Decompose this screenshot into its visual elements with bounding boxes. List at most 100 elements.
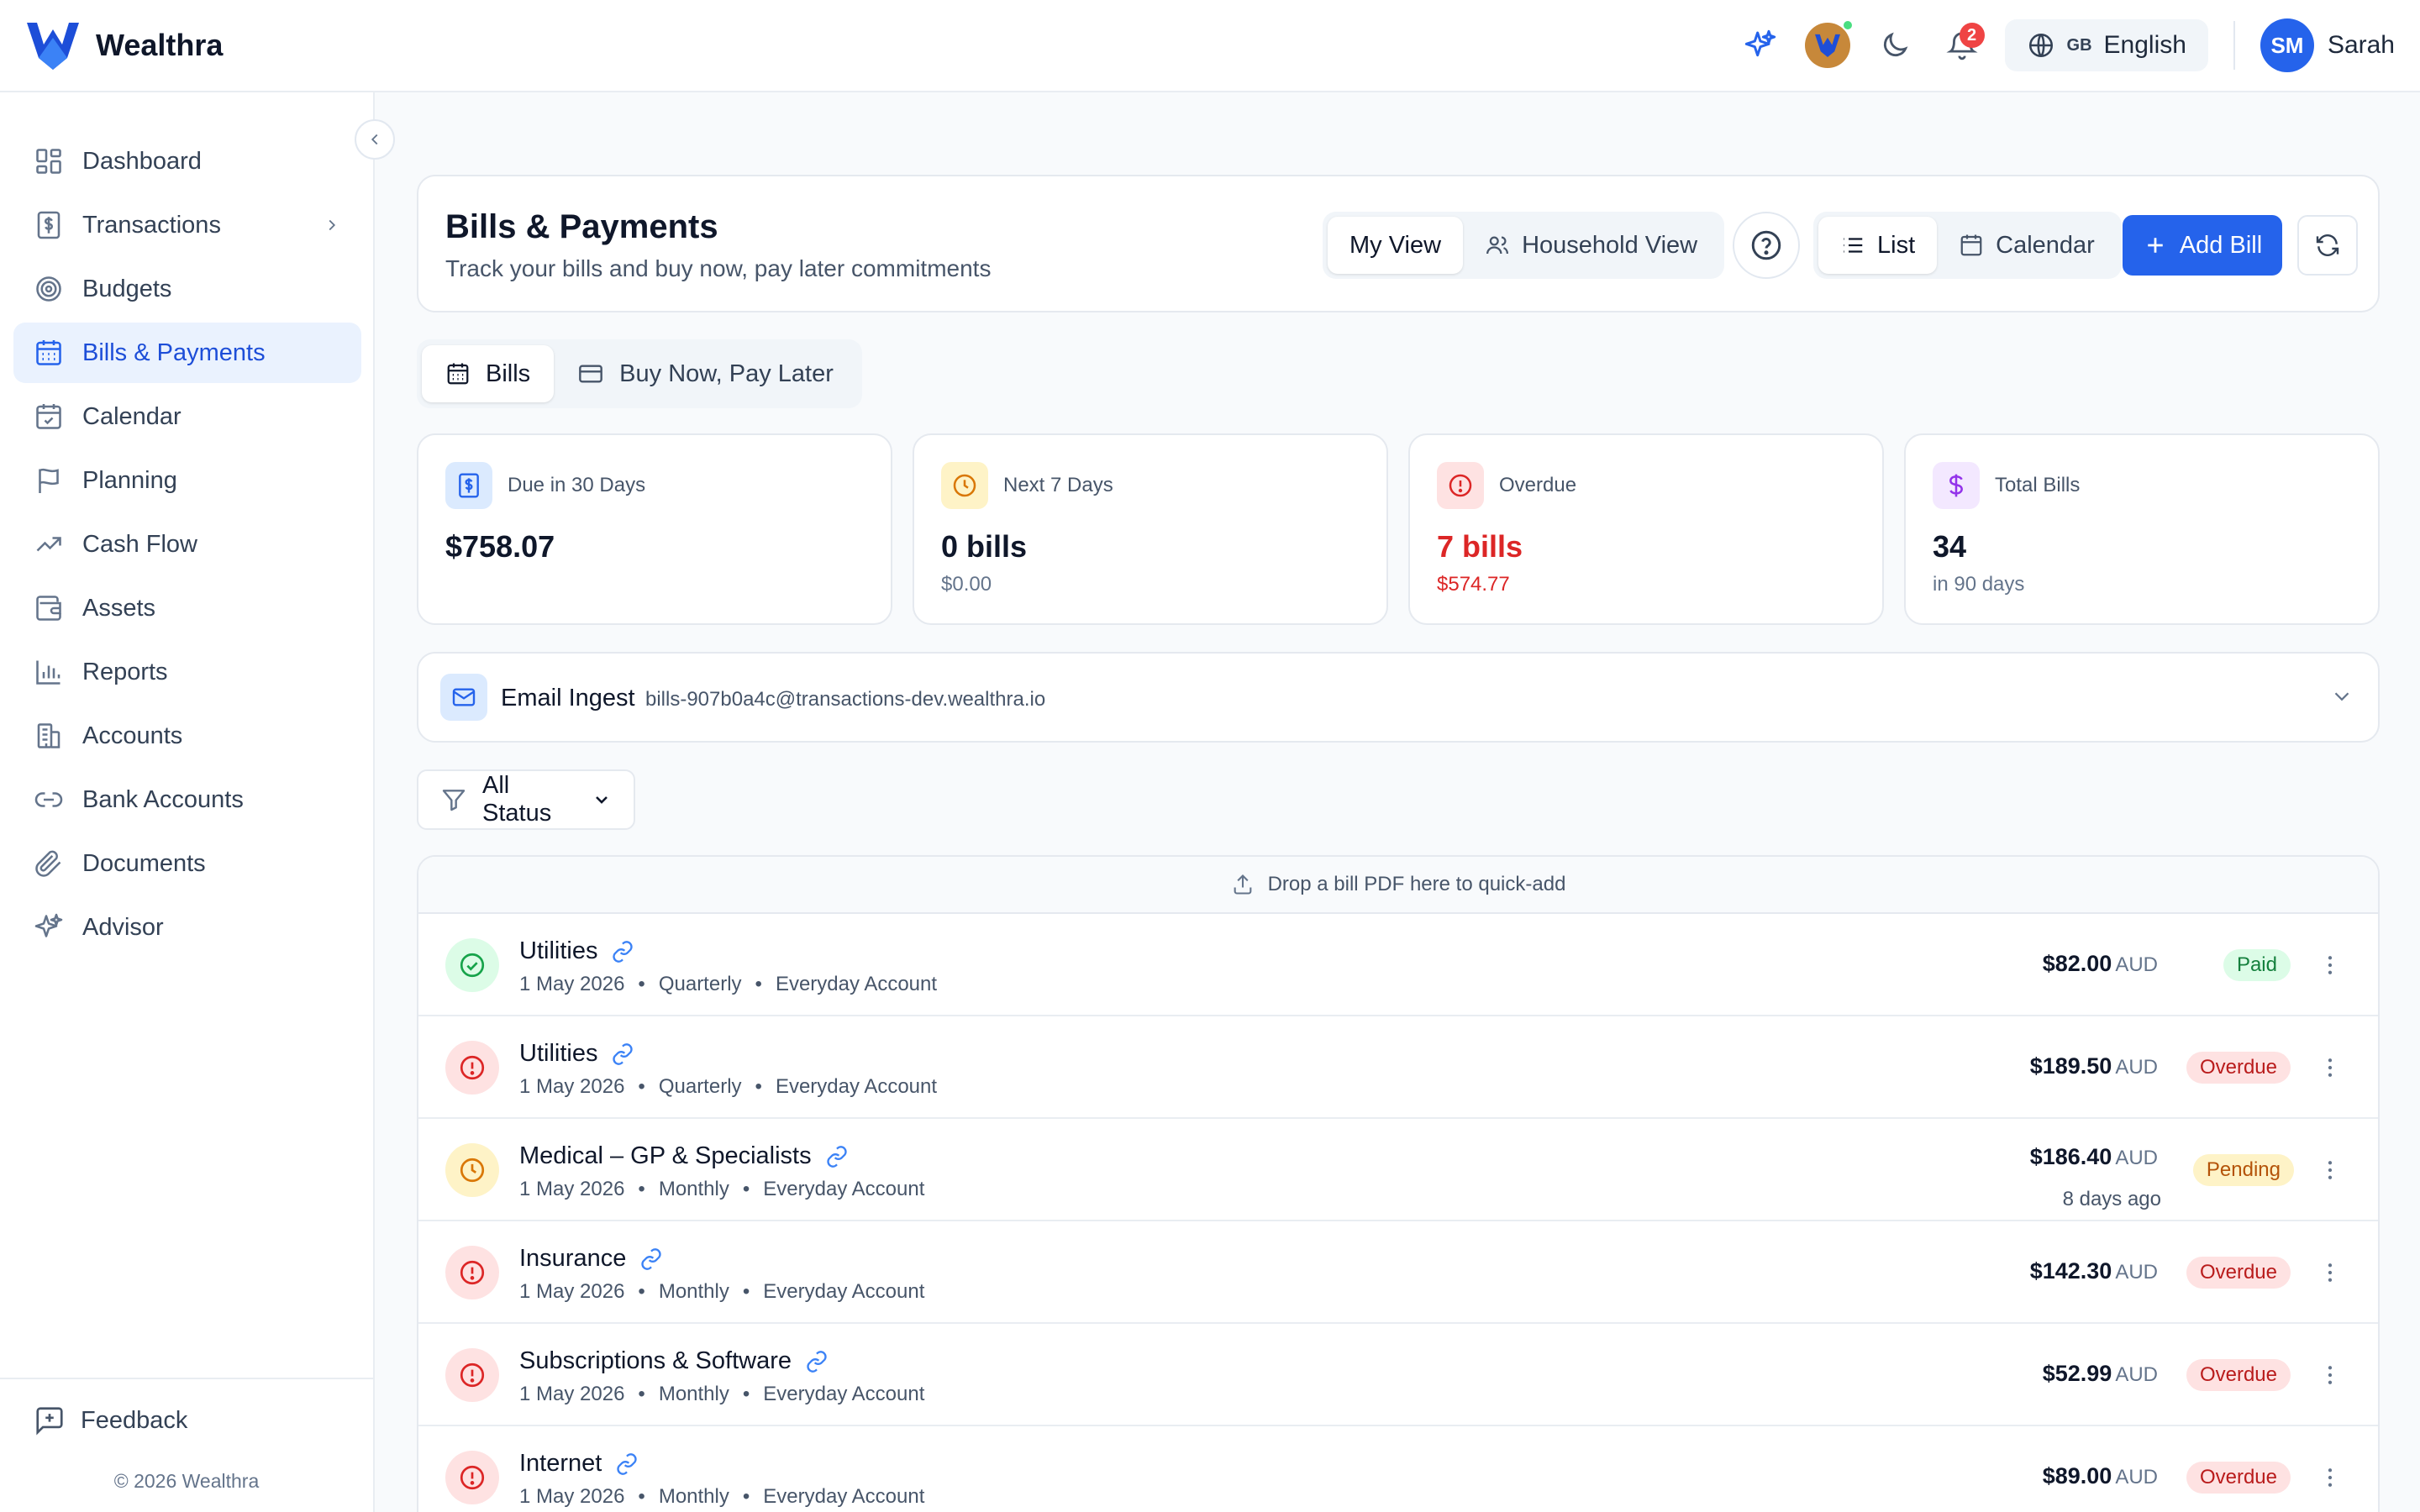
- bill-row[interactable]: Utilities 1 May 2026 • Quarterly • Everyday A…: [418, 914, 2378, 1016]
- feedback-button[interactable]: Feedback: [34, 1404, 187, 1436]
- stat-label: Total Bills: [1995, 474, 2081, 496]
- notifications-button[interactable]: 2: [1933, 16, 1991, 75]
- sidebar-item-calendar[interactable]: Calendar: [13, 386, 361, 447]
- sidebar-nav: Dashboard Transactions Budgets Bills & P…: [13, 131, 361, 961]
- help-button[interactable]: [1733, 212, 1800, 279]
- sidebar-collapse-button[interactable]: [355, 119, 395, 160]
- linked-icon[interactable]: [825, 1145, 849, 1168]
- bill-row[interactable]: Subscriptions & Software 1 May 2026 • Month…: [418, 1324, 2378, 1426]
- bill-meta: 1 May 2026 • Monthly • Everyday Account: [519, 1280, 924, 1304]
- sidebar-item-accounts[interactable]: Accounts: [13, 706, 361, 766]
- status-badge: Overdue: [2186, 1462, 2291, 1494]
- linked-icon[interactable]: [611, 940, 634, 963]
- sidebar-item-advisor[interactable]: Advisor: [13, 897, 361, 958]
- bill-name[interactable]: Subscriptions & Software: [519, 1347, 792, 1375]
- dollar-icon: [1933, 462, 1980, 509]
- bill-name-line: Internet: [519, 1450, 639, 1478]
- more-options-button[interactable]: [2317, 953, 2343, 982]
- list-view-button[interactable]: List: [1818, 217, 1938, 274]
- bill-name-line: Utilities: [519, 937, 634, 965]
- sidebar-item-documents[interactable]: Documents: [13, 833, 361, 894]
- list-view-label: List: [1877, 231, 1916, 259]
- calendar-view-button[interactable]: Calendar: [1937, 217, 2117, 274]
- bill-row[interactable]: Utilities 1 May 2026 • Quarterly • Everyday A…: [418, 1016, 2378, 1119]
- more-options-button[interactable]: [2317, 1055, 2343, 1084]
- sidebar-item-label: Reports: [82, 658, 168, 685]
- bill-frequency: Quarterly: [658, 1075, 742, 1098]
- brand[interactable]: Wealthra: [25, 19, 223, 71]
- tab-bills[interactable]: Bills: [422, 345, 555, 402]
- calendar-icon: [445, 361, 471, 386]
- sidebar: Dashboard Transactions Budgets Bills & P…: [0, 92, 375, 1512]
- feedback-icon: [34, 1404, 66, 1436]
- status-filter-dropdown[interactable]: All Status: [417, 769, 635, 830]
- sidebar-item-label: Documents: [82, 849, 206, 877]
- alert-circle-icon: [445, 1451, 499, 1504]
- bill-amount-value: $52.99: [2042, 1361, 2112, 1386]
- more-vertical-icon: [2317, 1465, 2343, 1490]
- bill-frequency: Monthly: [658, 1280, 729, 1303]
- calendar-icon: [1959, 233, 1984, 258]
- sidebar-item-budgets[interactable]: Budgets: [13, 259, 361, 319]
- moon-icon: [1879, 29, 1911, 61]
- theme-toggle-button[interactable]: [1865, 16, 1924, 75]
- tab-bnpl-label: Buy Now, Pay Later: [619, 360, 834, 387]
- language-selector[interactable]: GB English: [2004, 19, 2208, 71]
- workspace-avatar-button[interactable]: [1798, 16, 1857, 75]
- sidebar-item-bills-payments[interactable]: Bills & Payments: [13, 323, 361, 383]
- bill-name[interactable]: Utilities: [519, 1040, 597, 1068]
- bill-name-line: Utilities: [519, 1040, 634, 1068]
- more-options-button[interactable]: [2317, 1362, 2343, 1392]
- sidebar-item-assets[interactable]: Assets: [13, 578, 361, 638]
- linked-icon[interactable]: [639, 1247, 663, 1271]
- globe-icon: [2027, 31, 2055, 60]
- sidebar-item-planning[interactable]: Planning: [13, 450, 361, 511]
- email-ingest-panel[interactable]: Email Ingest bills-907b0a4c@transactions…: [417, 652, 2380, 743]
- bill-name[interactable]: Medical – GP & Specialists: [519, 1142, 812, 1170]
- bill-meta: 1 May 2026 • Quarterly • Everyday Account: [519, 1075, 937, 1099]
- bill-amount-value: $189.50: [2029, 1053, 2112, 1079]
- bill-name[interactable]: Insurance: [519, 1245, 626, 1273]
- sidebar-item-transactions[interactable]: Transactions: [13, 195, 361, 255]
- sidebar-item-bank-accounts[interactable]: Bank Accounts: [13, 769, 361, 830]
- more-options-button[interactable]: [2317, 1260, 2343, 1289]
- more-options-button[interactable]: [2317, 1158, 2343, 1187]
- ai-sparkle-button[interactable]: [1731, 16, 1790, 75]
- email-ingest-address[interactable]: bills-907b0a4c@transactions-dev.wealthra…: [645, 688, 1045, 711]
- refresh-button[interactable]: [2297, 215, 2358, 276]
- linked-icon[interactable]: [615, 1452, 639, 1476]
- bill-frequency: Monthly: [658, 1178, 729, 1200]
- bill-account: Everyday Account: [775, 973, 938, 995]
- my-view-button[interactable]: My View: [1328, 217, 1464, 274]
- building-icon: [34, 721, 64, 751]
- sidebar-item-reports[interactable]: Reports: [13, 642, 361, 702]
- bar-chart-icon: [34, 657, 64, 687]
- bill-row[interactable]: Medical – GP & Specialists 1 May 2026 • Mon…: [418, 1119, 2378, 1221]
- alert-circle-icon: [445, 1348, 499, 1402]
- bill-name[interactable]: Internet: [519, 1450, 602, 1478]
- linked-icon[interactable]: [611, 1042, 634, 1066]
- linked-icon[interactable]: [805, 1350, 829, 1373]
- language-flag: GB: [2066, 35, 2092, 55]
- bill-amount: $186.40 AUD: [2030, 1144, 2158, 1170]
- bill-row[interactable]: Insurance 1 May 2026 • Monthly • Everyday Acc…: [418, 1221, 2378, 1324]
- sidebar-item-cash-flow[interactable]: Cash Flow: [13, 514, 361, 575]
- tab-bnpl[interactable]: Buy Now, Pay Later: [554, 345, 857, 402]
- pdf-dropzone[interactable]: Drop a bill PDF here to quick-add: [418, 857, 2378, 914]
- stat-sub: in 90 days: [1933, 573, 2025, 596]
- bill-meta: 1 May 2026 • Monthly • Everyday Account: [519, 1485, 924, 1509]
- bill-name[interactable]: Utilities: [519, 937, 597, 965]
- stat-sub: $0.00: [941, 573, 992, 596]
- bill-currency: AUD: [2115, 1056, 2158, 1079]
- bill-currency: AUD: [2115, 1147, 2158, 1169]
- bill-row[interactable]: Internet 1 May 2026 • Monthly • Everyday Acco…: [418, 1426, 2378, 1512]
- more-options-button[interactable]: [2317, 1465, 2343, 1494]
- sidebar-item-dashboard[interactable]: Dashboard: [13, 131, 361, 192]
- status-filter-label: All Status: [482, 772, 552, 827]
- user-menu[interactable]: SM Sarah: [2260, 18, 2395, 72]
- status-badge: Overdue: [2186, 1052, 2291, 1084]
- meta-separator: •: [638, 1280, 645, 1303]
- household-view-button[interactable]: Household View: [1463, 217, 1719, 274]
- add-bill-button[interactable]: Add Bill: [2123, 215, 2282, 276]
- sidebar-item-label: Budgets: [82, 275, 172, 302]
